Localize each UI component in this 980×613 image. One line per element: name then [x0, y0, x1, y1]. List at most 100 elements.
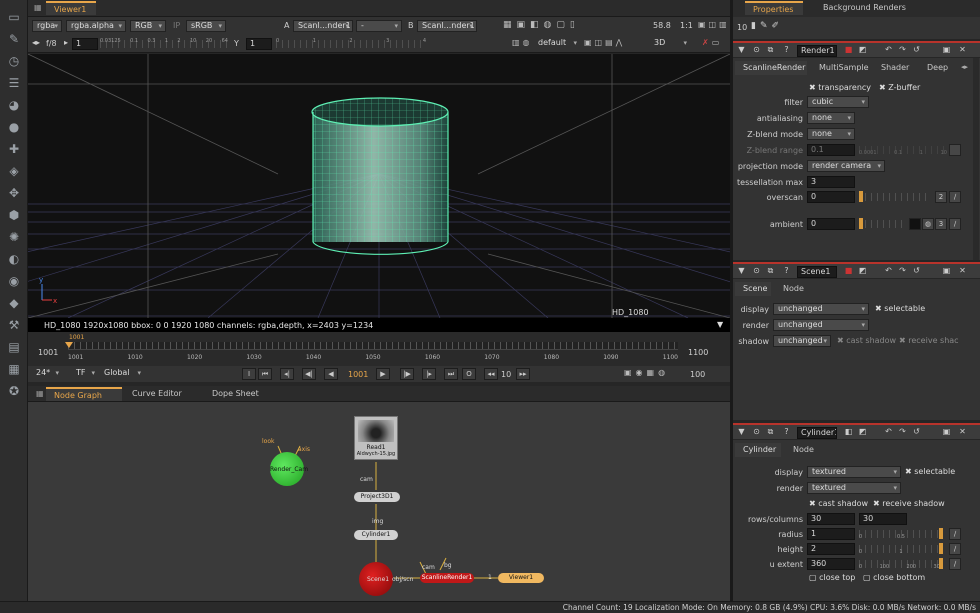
channels-dropdown[interactable]: rgba: [32, 20, 62, 32]
node-icon[interactable]: ⊙: [751, 266, 762, 276]
cyl-render-dropdown[interactable]: textured: [807, 482, 901, 494]
merge-icon[interactable]: ◈: [6, 164, 22, 178]
radius-anim-button[interactable]: ∕: [949, 528, 961, 540]
info-expand-icon[interactable]: ▼: [717, 320, 723, 329]
projection-mode-dropdown[interactable]: render camera: [807, 160, 885, 172]
height-field[interactable]: 2: [807, 543, 855, 555]
end-frame-field[interactable]: 100: [690, 370, 705, 379]
ip-button[interactable]: IP: [173, 21, 180, 30]
playhead-marker[interactable]: [65, 342, 73, 348]
tab-scanlinerender[interactable]: ScanlineRender: [735, 61, 807, 75]
u-extent-anim-button[interactable]: ∕: [949, 558, 961, 570]
zoom-readout[interactable]: 58.8: [653, 21, 671, 30]
zblend-range-field[interactable]: 0.1: [807, 144, 855, 156]
redo-icon[interactable]: ↷: [897, 427, 908, 437]
tab-viewer1[interactable]: Viewer1: [46, 1, 96, 15]
height-slider[interactable]: 012: [859, 543, 943, 555]
transform-icon[interactable]: ✥: [6, 186, 22, 200]
timeline-end[interactable]: 1100: [688, 348, 708, 357]
deep-icon[interactable]: ◐: [6, 252, 22, 266]
viewer-extra-icons[interactable]: ▣◫▥: [698, 20, 728, 32]
scope-dropdown[interactable]: Global: [100, 368, 144, 380]
gl-color-icon[interactable]: ◩: [857, 45, 868, 55]
close-icon[interactable]: ✕: [957, 45, 968, 55]
fps-dropdown[interactable]: 24*: [32, 368, 62, 380]
filter-dropdown[interactable]: cubic: [807, 96, 869, 108]
display-dropdown[interactable]: RGB: [130, 20, 166, 32]
help-icon[interactable]: ?: [781, 427, 792, 437]
play-button[interactable]: ▶: [376, 368, 390, 380]
node-icon[interactable]: ⊙: [751, 45, 762, 55]
3d-icon[interactable]: ⬢: [6, 208, 22, 222]
camera-mode-dropdown[interactable]: default: [534, 38, 580, 50]
step-forward-button[interactable]: ▸▸: [516, 368, 530, 380]
tab-dope-sheet[interactable]: Dope Sheet: [204, 387, 274, 401]
a-op-dropdown[interactable]: -: [356, 20, 402, 32]
scene-cast-shadow-checkbox[interactable]: ✖ cast shadow: [837, 336, 896, 345]
zbuffer-checkbox[interactable]: ✖ Z-buffer: [879, 83, 920, 92]
next-frame-button[interactable]: |▶: [400, 368, 414, 380]
zblend-range-slider[interactable]: 0.0001 0.1 1 10: [859, 144, 947, 156]
help-icon[interactable]: ?: [781, 266, 792, 276]
scene-render-dropdown[interactable]: unchanged: [773, 319, 869, 331]
prev-key-button[interactable]: ◂|: [280, 368, 294, 380]
play-reverse-button[interactable]: ◀: [324, 368, 338, 380]
node-icon[interactable]: ⊙: [751, 427, 762, 437]
ambient-channels-button[interactable]: 3: [935, 218, 947, 230]
step-field[interactable]: 10: [501, 370, 511, 379]
tab-properties[interactable]: Properties: [745, 1, 803, 15]
image-icon[interactable]: ▭: [6, 10, 22, 24]
redo-icon[interactable]: ↷: [897, 266, 908, 276]
read-node[interactable]: Read1 Aldwych-15.jpg: [354, 416, 398, 460]
viewer-tab-menu-icon[interactable]: ▦: [34, 3, 44, 13]
help-icon[interactable]: ?: [781, 45, 792, 55]
node-color-icon[interactable]: ◧: [843, 427, 854, 437]
overscan-anim-button[interactable]: ∕: [949, 191, 961, 203]
scene-selectable-checkbox[interactable]: ✖ selectable: [875, 304, 925, 313]
cylinder-node[interactable]: Cylinder1: [354, 530, 398, 540]
node-color-icon[interactable]: ■: [843, 266, 854, 276]
gl-color-icon[interactable]: ◩: [857, 266, 868, 276]
cylinder-name-field[interactable]: Cylinder1: [797, 427, 837, 439]
wipe-icons[interactable]: ▦▣◧◍▢▯: [503, 20, 643, 32]
tab-cylinder-node[interactable]: Node: [785, 443, 817, 457]
fstop-label[interactable]: f/8: [46, 39, 57, 48]
viewer-viewport[interactable]: y x HD_1080: [28, 54, 730, 318]
lock-icons[interactable]: ▣◫▤⋀: [584, 38, 644, 47]
ratio-readout[interactable]: 1:1: [680, 21, 693, 30]
view-mode-dropdown[interactable]: 3D: [650, 38, 690, 50]
tab-scene[interactable]: Scene: [735, 282, 771, 296]
fstop-arrow2-icon[interactable]: ▸: [64, 38, 68, 47]
fstop-arrows-icon[interactable]: ◂▸: [32, 38, 40, 47]
timeline-ruler[interactable]: 1001 1001 1010 1020 1030 1040 1050 1060 1070 108…: [65, 334, 678, 362]
keyer-icon[interactable]: ✚: [6, 142, 22, 156]
tab-curve-editor[interactable]: Curve Editor: [124, 387, 200, 401]
undo-icon[interactable]: ↶: [883, 427, 894, 437]
properties-toolbar-icons[interactable]: ▮✎✐: [751, 21, 783, 31]
columns-field[interactable]: 30: [859, 513, 907, 525]
radius-field[interactable]: 1: [807, 528, 855, 540]
gamma-field[interactable]: 1: [246, 38, 272, 50]
u-extent-field[interactable]: 360: [807, 558, 855, 570]
float-panel-icon[interactable]: ▣: [941, 266, 952, 276]
gamma-slider[interactable]: 0 1 2 3 4: [276, 38, 426, 50]
gain-field[interactable]: 1: [72, 38, 98, 50]
metadata-icon[interactable]: ◆: [6, 296, 22, 310]
cyl-receive-shadow-checkbox[interactable]: ✖ receive shadow: [873, 499, 945, 508]
last-frame-button[interactable]: ⏭: [444, 368, 458, 380]
scanline-name-field[interactable]: Render1: [797, 45, 837, 57]
nuke-logo-icon[interactable]: ✪: [6, 384, 22, 398]
ambient-slider[interactable]: [859, 218, 905, 230]
close-icon[interactable]: ✕: [957, 427, 968, 437]
tab-multisample[interactable]: MultiSample: [811, 61, 869, 75]
revert-icon[interactable]: ↺: [911, 45, 922, 55]
radius-slider[interactable]: 00.51: [859, 528, 943, 540]
collapse-icon[interactable]: ▼: [736, 45, 747, 55]
views-icon[interactable]: ◉: [6, 274, 22, 288]
other-icon[interactable]: ▤: [6, 340, 22, 354]
ambient-color-wheel-icon[interactable]: ◍: [922, 218, 934, 230]
b-input-dropdown[interactable]: Scanl...nder1: [417, 20, 477, 32]
transparency-checkbox[interactable]: ✖ transparency: [809, 83, 871, 92]
cyl-selectable-checkbox[interactable]: ✖ selectable: [905, 467, 955, 476]
revert-icon[interactable]: ↺: [911, 427, 922, 437]
